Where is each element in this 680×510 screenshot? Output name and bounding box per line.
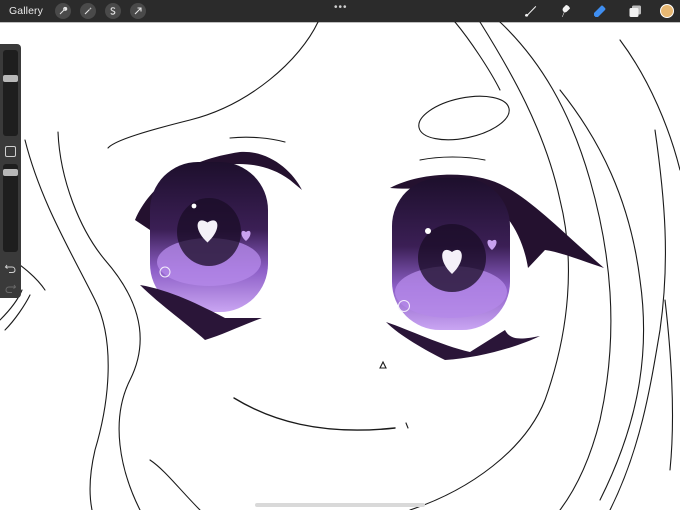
transform-arrow-icon[interactable] (129, 3, 146, 19)
modify-square-icon[interactable] (5, 146, 16, 157)
undo-icon[interactable] (4, 262, 17, 274)
brush-size-slider[interactable] (3, 50, 18, 136)
brush-opacity-thumb[interactable] (3, 169, 18, 176)
brush-icon[interactable] (520, 1, 540, 21)
brush-size-thumb[interactable] (3, 75, 18, 82)
drawing-canvas[interactable] (0, 0, 680, 510)
wrench-icon[interactable] (54, 3, 71, 19)
right-tool-group (520, 0, 680, 22)
gallery-button[interactable]: Gallery (9, 5, 43, 17)
layers-icon[interactable] (625, 1, 645, 21)
more-options-handle[interactable]: ••• (334, 2, 348, 13)
left-sidebar (0, 44, 21, 298)
home-indicator (255, 503, 425, 507)
selection-s-icon[interactable] (104, 3, 121, 19)
redo-icon[interactable] (4, 282, 17, 294)
right-eye (386, 174, 604, 360)
magic-wand-icon[interactable] (79, 3, 96, 19)
top-toolbar: Gallery ••• (0, 0, 680, 22)
eraser-icon[interactable] (590, 1, 610, 21)
left-eye (135, 151, 302, 340)
color-swatch[interactable] (660, 4, 674, 18)
line-art (0, 21, 680, 510)
brush-opacity-slider[interactable] (3, 164, 18, 252)
smudge-icon[interactable] (555, 1, 575, 21)
